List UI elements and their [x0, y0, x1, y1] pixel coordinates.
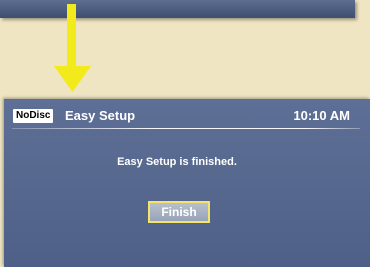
clock: 10:10 AM — [293, 108, 350, 123]
finish-button[interactable]: Finish — [148, 201, 210, 223]
down-arrow-icon — [54, 4, 91, 92]
header-divider — [12, 128, 360, 129]
screen-title: Easy Setup — [65, 108, 136, 123]
finished-message: Easy Setup is finished. — [117, 156, 237, 168]
disc-status-badge: NoDisc — [13, 109, 54, 123]
easy-setup-screen: NoDisc Easy Setup 10:10 AM Easy Setup is… — [4, 99, 370, 267]
